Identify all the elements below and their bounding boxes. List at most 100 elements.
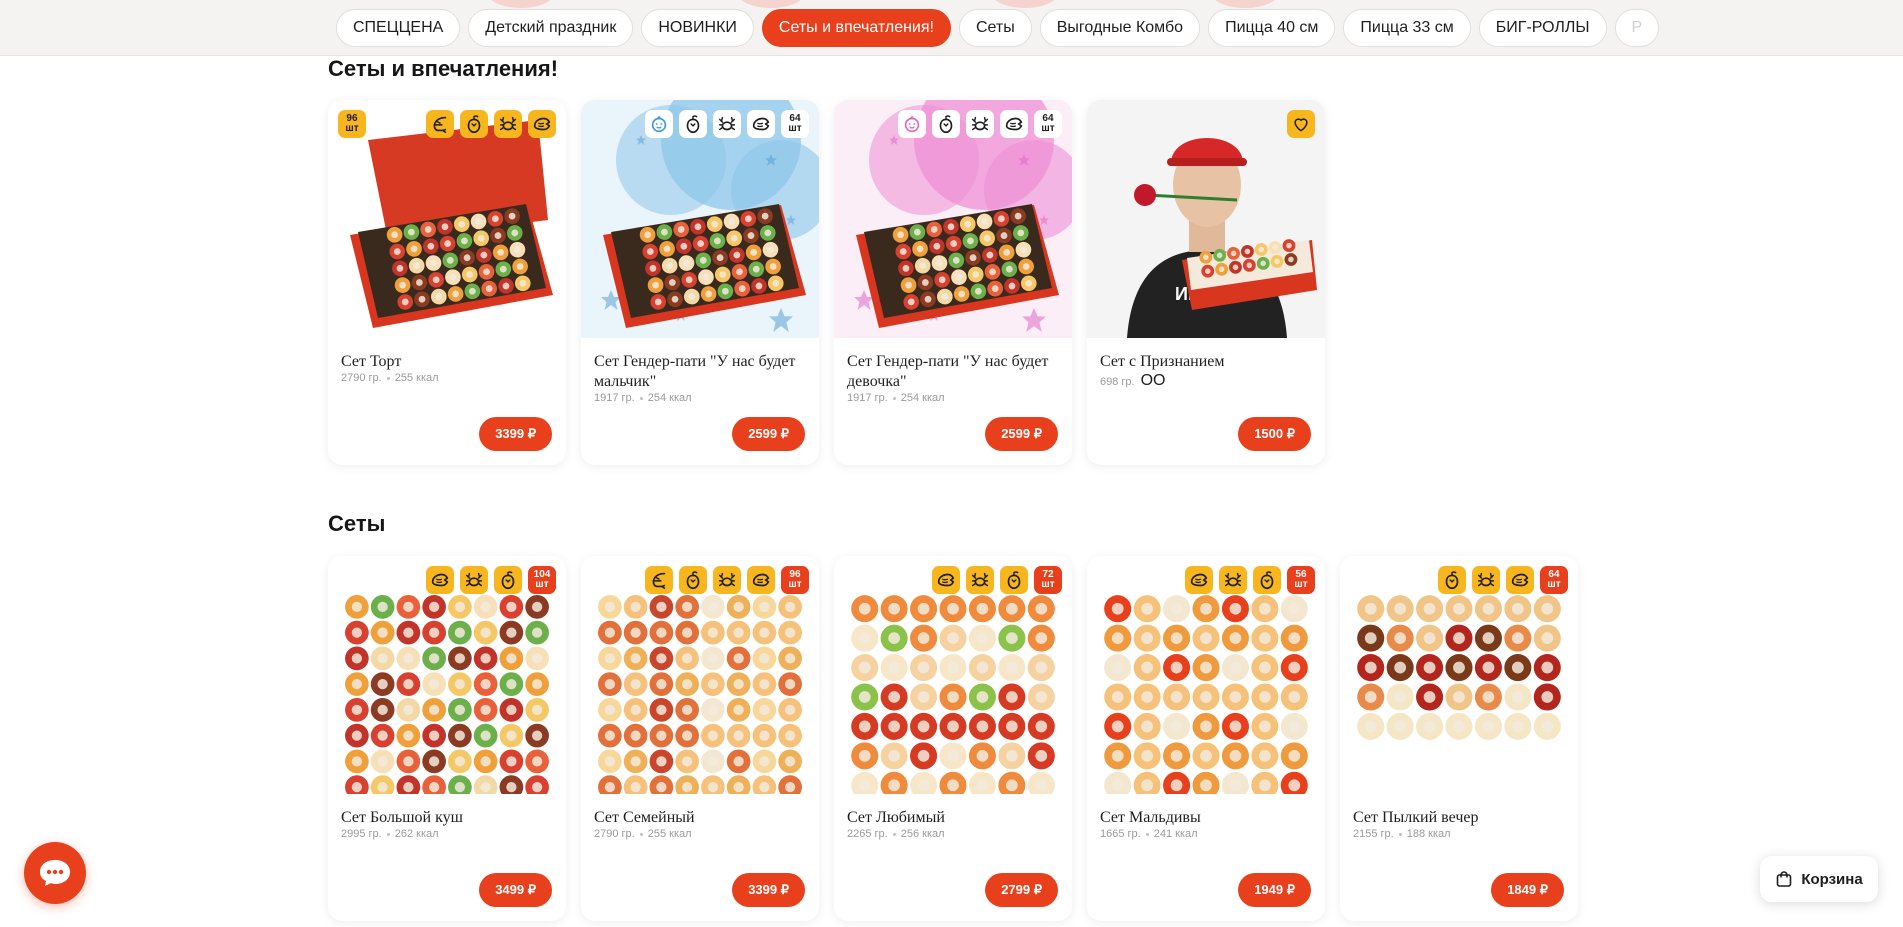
product-meta: 698 гр. OO	[1100, 372, 1166, 390]
crab-icon	[494, 110, 522, 138]
price-button[interactable]: 1949 ₽	[1238, 873, 1311, 907]
category-nav-bar: СПЕЦЦЕНА Детский праздник НОВИНКИ Сеты и вп…	[0, 0, 1903, 56]
crab-icon	[713, 110, 741, 138]
section-title-sets-impressions: Сеты и впечатления!	[328, 56, 559, 81]
salmon-icon	[1000, 110, 1028, 138]
product-kcal: 241 ккал	[1153, 828, 1198, 840]
cart-button[interactable]: Корзина	[1760, 856, 1878, 902]
price-button[interactable]: 1849 ₽	[1491, 873, 1564, 907]
product-meta: 2995 гр. 262 ккал	[341, 828, 439, 840]
meta-separator	[386, 376, 390, 380]
piece-count-badge: 56 шт	[1287, 566, 1315, 594]
product-name[interactable]: Сет Семейный	[594, 808, 804, 828]
product-name[interactable]: Сет Любимый	[847, 808, 1057, 828]
price-button[interactable]: 2799 ₽	[985, 873, 1058, 907]
meta-separator	[639, 832, 643, 836]
decoration-peek	[990, 0, 1060, 8]
meta-separator	[1398, 832, 1402, 836]
feature-badges: 64 шт	[898, 110, 1062, 138]
product-kcal: 255 ккал	[647, 828, 692, 840]
product-weight: 2790 гр.	[341, 372, 382, 384]
pepper-icon	[494, 566, 522, 594]
pepper-icon	[932, 110, 960, 138]
decoration-peek	[1210, 0, 1280, 8]
pepper-icon	[679, 110, 707, 138]
pepper-icon	[1000, 566, 1028, 594]
product-extra-text: OO	[1140, 372, 1166, 389]
price-button[interactable]: 3399 ₽	[732, 873, 805, 907]
product-card[interactable]: ИНЬ Сет с Признанием698 гр.OO1500 ₽	[1087, 100, 1325, 465]
product-card[interactable]: 56 шт Сет Мальдивы 1665 гр. 241 ккал 1949 ₽	[1087, 556, 1325, 921]
category-tabs: СПЕЦЦЕНА Детский праздник НОВИНКИ Сеты и вп…	[336, 9, 1660, 47]
salmon-icon	[1506, 566, 1534, 594]
product-kcal: 262 ккал	[394, 828, 439, 840]
category-tab[interactable]: Р	[1614, 9, 1660, 47]
pepper-icon	[1253, 566, 1281, 594]
category-tab[interactable]: БИГ-РОЛЛЫ	[1478, 9, 1607, 47]
pepper-icon	[460, 110, 488, 138]
feature-badges	[1287, 110, 1315, 138]
piece-count-badge: 72 шт	[1034, 566, 1062, 594]
baby-icon	[645, 110, 673, 138]
product-name[interactable]: Сет Мальдивы	[1100, 808, 1310, 828]
product-name[interactable]: Сет Торт	[341, 352, 551, 372]
product-card[interactable]: 96 шт Сет Семейный 2790 гр. 255 ккал 3399 ₽	[581, 556, 819, 921]
chat-bubble-icon	[40, 860, 70, 886]
product-kcal: 255 ккал	[394, 372, 439, 384]
shrimp-icon	[645, 566, 673, 594]
price-button[interactable]: 2599 ₽	[985, 417, 1058, 451]
product-name[interactable]: Сет Большой куш	[341, 808, 551, 828]
product-card[interactable]: 72 шт Сет Любимый 2265 гр. 256 ккал 2799 ₽	[834, 556, 1072, 921]
crab-icon	[713, 566, 741, 594]
product-card[interactable]: 96 шт Сет Торт 2790 гр. 255 ккал 3399 ₽	[328, 100, 566, 465]
category-tab[interactable]: Пицца 33 см	[1343, 9, 1471, 47]
crab-icon	[966, 566, 994, 594]
decoration-peek	[486, 0, 556, 8]
product-weight: 1917 гр.	[847, 392, 888, 404]
baby-icon	[898, 110, 926, 138]
meta-separator	[1145, 832, 1149, 836]
salmon-icon	[747, 566, 775, 594]
product-card[interactable]: 64 шт Сет Пылкий вечер 2155 гр. 188 ккал 1849…	[1340, 556, 1578, 921]
crab-icon	[460, 566, 488, 594]
category-tab[interactable]: Выгодные Комбо	[1039, 9, 1201, 47]
pepper-icon	[1438, 566, 1466, 594]
pepper-icon	[679, 566, 707, 594]
feature-badges: 64 шт	[1438, 566, 1568, 594]
section-title-sets: Сеты	[328, 511, 386, 536]
product-card[interactable]: 104 шт Сет Большой куш 2995 гр. 262 ккал 3499…	[328, 556, 566, 921]
feature-badges: 72 шт	[932, 566, 1062, 594]
product-weight: 2995 гр.	[341, 828, 382, 840]
salmon-icon	[528, 110, 556, 138]
category-tab[interactable]: Сеты и впечатления!	[761, 9, 951, 47]
product-meta: 1917 гр. 254 ккал	[847, 392, 945, 404]
product-name[interactable]: Сет Гендер-пати "У нас будет девочка"	[847, 352, 1057, 392]
crab-icon	[1219, 566, 1247, 594]
category-tab[interactable]: Сеты	[958, 9, 1032, 47]
price-button[interactable]: 2599 ₽	[732, 417, 805, 451]
category-tab[interactable]: Пицца 40 см	[1208, 9, 1336, 47]
product-name[interactable]: Сет Гендер-пати "У нас будет мальчик"	[594, 352, 804, 392]
salmon-icon	[426, 566, 454, 594]
product-grid-sets: 104 шт Сет Большой куш 2995 гр. 262 ккал 3499…	[328, 556, 1578, 921]
category-tab[interactable]: Детский праздник	[468, 9, 634, 47]
product-weight: 2790 гр.	[594, 828, 635, 840]
price-button[interactable]: 3499 ₽	[479, 873, 552, 907]
product-name[interactable]: Сет с Признанием	[1100, 352, 1310, 372]
product-meta: 2790 гр. 255 ккал	[594, 828, 692, 840]
category-tab[interactable]: НОВИНКИ	[641, 9, 754, 47]
price-button[interactable]: 1500 ₽	[1238, 417, 1311, 451]
meta-separator	[892, 396, 896, 400]
product-grid-sets-impressions: 96 шт Сет Торт 2790 гр. 255 ккал 3399 ₽ 64 шт С…	[328, 100, 1325, 465]
category-tab[interactable]: СПЕЦЦЕНА	[336, 9, 461, 47]
product-weight: 1917 гр.	[594, 392, 635, 404]
price-button[interactable]: 3399 ₽	[479, 417, 552, 451]
feature-badges: 56 шт	[1185, 566, 1315, 594]
product-card[interactable]: 64 шт Сет Гендер-пати "У нас будет мальчик…	[581, 100, 819, 465]
product-card[interactable]: 64 шт Сет Гендер-пати "У нас будет девочка…	[834, 100, 1072, 465]
product-name[interactable]: Сет Пылкий вечер	[1353, 808, 1563, 828]
chat-button[interactable]	[24, 842, 86, 904]
feature-badges	[426, 110, 556, 138]
product-weight: 2265 гр.	[847, 828, 888, 840]
product-kcal: 254 ккал	[900, 392, 945, 404]
